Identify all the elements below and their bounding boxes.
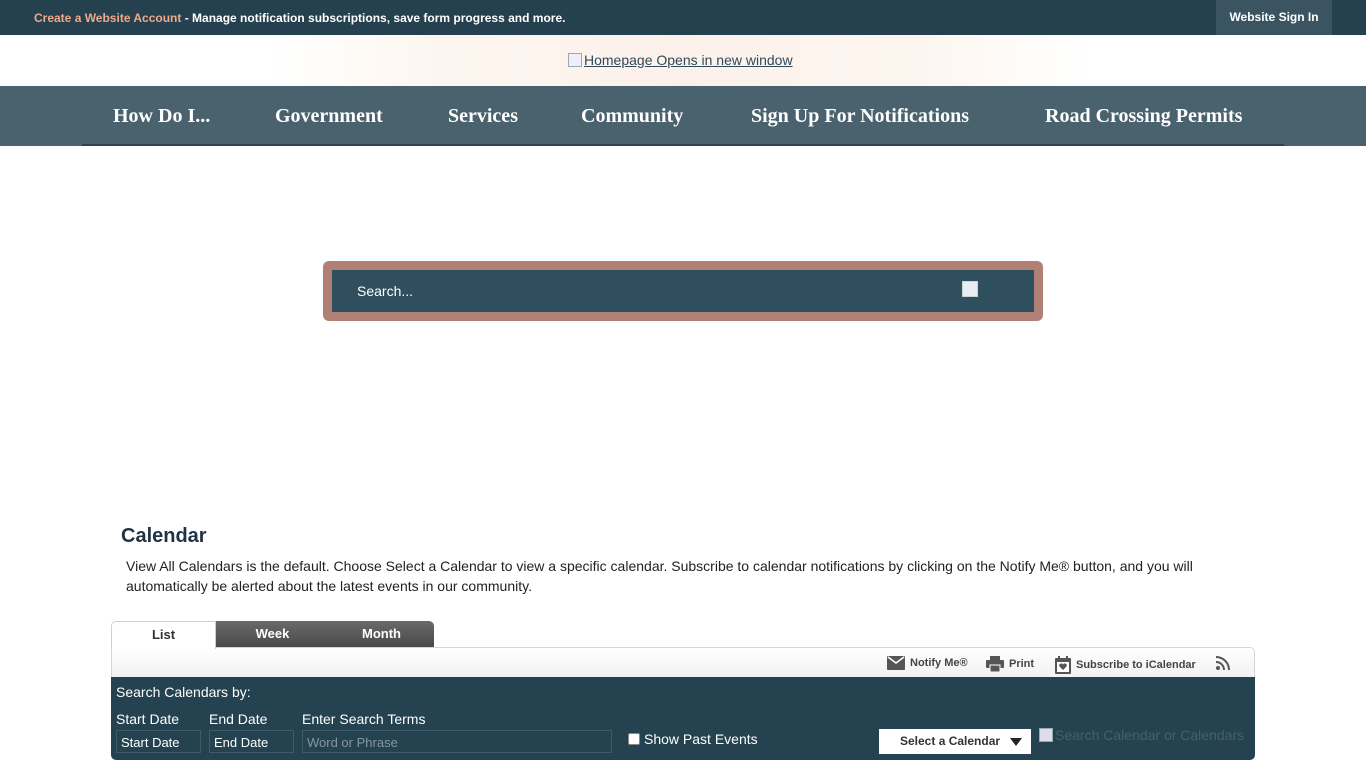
nav-item-road-crossing-permits[interactable]: Road Crossing Permits bbox=[1045, 105, 1242, 128]
top-bar: Create a Website Account - Manage notifi… bbox=[0, 0, 1366, 35]
rss-button[interactable] bbox=[1216, 656, 1235, 670]
envelope-icon bbox=[887, 656, 905, 670]
caret-down-icon bbox=[1010, 738, 1022, 746]
calendar-description: View All Calendars is the default. Choos… bbox=[126, 558, 1193, 594]
calendar-search-panel: Search Calendars by: Start Date End Date… bbox=[111, 677, 1255, 760]
logo-alt-text: Homepage Opens in new window bbox=[584, 52, 793, 68]
rss-icon bbox=[1216, 656, 1230, 670]
search-by-heading: Search Calendars by: bbox=[116, 684, 251, 700]
nav-item-government[interactable]: Government bbox=[275, 105, 383, 128]
site-search-frame: Search... bbox=[323, 261, 1043, 321]
site-search-input[interactable]: Search... bbox=[332, 270, 1034, 312]
homepage-logo-link[interactable]: Homepage Opens in new window bbox=[568, 52, 793, 68]
show-past-events-checkbox[interactable] bbox=[628, 733, 640, 745]
subscribe-label: Subscribe to iCalendar bbox=[1076, 659, 1196, 671]
end-date-field[interactable]: End Date bbox=[209, 730, 294, 753]
calendar-icon bbox=[1055, 656, 1071, 674]
nav-underline bbox=[82, 144, 1284, 146]
print-button[interactable]: Print bbox=[986, 656, 1034, 672]
page-title: Calendar bbox=[121, 525, 207, 547]
calendar-toolbar: Notify Me® Print Subscribe to iCalendar bbox=[111, 647, 1255, 678]
start-date-label: Start Date bbox=[116, 711, 180, 727]
notify-me-label: Notify Me® bbox=[910, 657, 968, 669]
broken-image-icon bbox=[1039, 728, 1053, 742]
nav-item-sign-up-for-notifications[interactable]: Sign Up For Notifications bbox=[751, 105, 969, 128]
search-calendar-alt: Search Calendar or Calendars bbox=[1055, 727, 1245, 743]
search-submit-icon[interactable] bbox=[962, 281, 978, 297]
logo-strip: Homepage Opens in new window bbox=[0, 35, 1366, 86]
account-message: Create a Website Account - Manage notifi… bbox=[34, 11, 565, 25]
nav-item-community[interactable]: Community bbox=[581, 105, 683, 128]
account-description: - Manage notification subscriptions, sav… bbox=[181, 11, 566, 25]
end-date-label: End Date bbox=[209, 711, 268, 727]
print-label: Print bbox=[1009, 658, 1035, 670]
nav-item-how-do-i[interactable]: How Do I... bbox=[113, 105, 210, 128]
website-sign-in-button[interactable]: Website Sign In bbox=[1216, 0, 1332, 35]
search-calendar-button[interactable]: Search Calendar or Calendars bbox=[1039, 727, 1244, 743]
printer-icon bbox=[986, 656, 1004, 672]
start-date-field[interactable]: Start Date bbox=[116, 730, 201, 753]
search-terms-input[interactable]: Word or Phrase bbox=[302, 730, 612, 753]
site-search-placeholder: Search... bbox=[357, 283, 414, 299]
search-terms-label: Enter Search Terms bbox=[302, 711, 426, 727]
nav-item-services[interactable]: Services bbox=[448, 105, 518, 128]
select-calendar-label: Select a Calendar bbox=[900, 734, 1001, 748]
select-calendar-dropdown[interactable]: Select a Calendar bbox=[879, 729, 1031, 754]
tab-week[interactable]: Week bbox=[216, 621, 329, 648]
broken-image-icon bbox=[568, 53, 582, 67]
show-past-events-label[interactable]: Show Past Events bbox=[644, 731, 758, 747]
create-account-link[interactable]: Create a Website Account bbox=[34, 11, 181, 25]
tab-month[interactable]: Month bbox=[329, 621, 434, 648]
notify-me-button[interactable]: Notify Me® bbox=[887, 656, 968, 670]
tab-list[interactable]: List bbox=[111, 621, 216, 649]
main-nav: How Do I... Government Services Communit… bbox=[0, 86, 1366, 146]
subscribe-icalendar-button[interactable]: Subscribe to iCalendar bbox=[1055, 656, 1196, 674]
